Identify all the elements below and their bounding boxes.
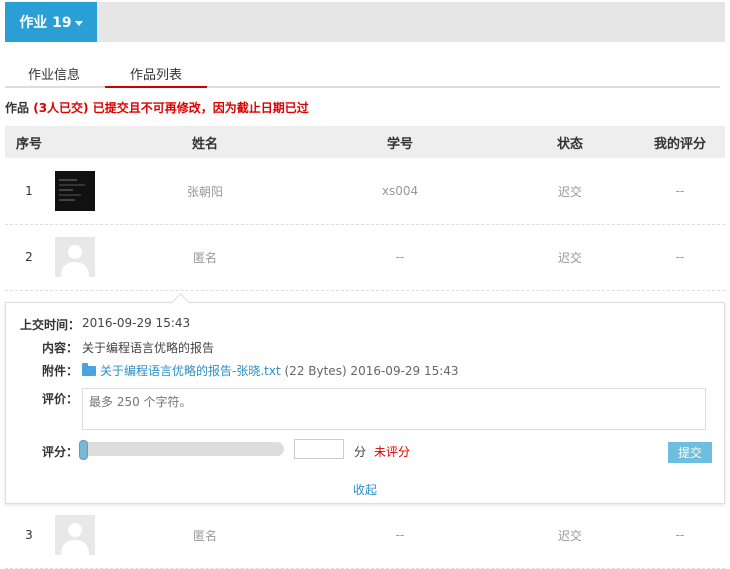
row-name: 张朝阳 [186,184,223,199]
attachment-link[interactable]: 关于编程语言优略的报告-张晓.txt [100,364,281,378]
row-student-id: -- [395,250,405,264]
row-score: -- [675,250,685,264]
header-my-score: 我的评分 [653,136,706,152]
homework-dropdown-button[interactable]: 作业 19 [5,2,97,42]
score-label: 评分： [42,445,79,459]
tab-bar: 作业信息 作品列表 [5,60,720,88]
default-user-icon [61,245,89,277]
panel-pointer [171,293,190,312]
attachment-meta: (22 Bytes) 2016-09-29 15:43 [284,364,459,378]
table-row[interactable]: 3 匿名 -- 迟交 -- [5,502,725,569]
row-name: 匿名 [192,250,217,265]
comment-label: 评价： [42,392,79,406]
row-score: -- [675,184,685,198]
table-header: 序号 姓名 学号 状态 我的评分 [5,126,725,158]
avatar [55,237,95,277]
row-index: 2 [25,250,33,264]
tab-homework-info[interactable]: 作业信息 [5,60,103,86]
score-unit: 分 [354,445,367,459]
homework-dropdown-label: 作业 19 [19,15,72,31]
table-row[interactable]: 1 张朝阳 xs004 迟交 -- [5,158,725,225]
content-label: 内容： [42,341,79,355]
avatar [55,171,95,211]
top-bar: 作业 19 [5,2,725,42]
tab-works-list[interactable]: 作品列表 [105,60,207,88]
attachment-entry: 关于编程语言优略的报告-张晓.txt (22 Bytes) 2016-09-29… [82,362,459,379]
content-value: 关于编程语言优略的报告 [82,341,215,355]
comment-input[interactable] [82,388,706,430]
submitted-count: (3人已交) [33,101,89,115]
row-student-id: xs004 [381,184,419,198]
row-score: -- [675,528,685,542]
score-slider-handle[interactable] [79,440,88,460]
table-row[interactable]: 2 匿名 -- 迟交 -- [5,224,725,291]
header-name: 姓名 [191,136,218,152]
works-summary: 作品 (3人已交) 已提交且不可再修改，因为截止日期已过 [5,99,309,116]
deadline-notice: 已提交且不可再修改，因为截止日期已过 [92,101,309,115]
submission-detail-panel: 上交时间： 2016-09-29 15:43 内容： 关于编程语言优略的报告 附… [5,293,725,504]
submit-time-label: 上交时间： [20,318,81,332]
score-status: 未评分 [374,445,411,459]
row-index: 1 [25,184,33,198]
summary-prefix: 作品 [5,101,30,115]
caret-down-icon [74,20,83,26]
avatar [55,515,95,555]
row-index: 3 [25,528,33,542]
score-input[interactable] [294,439,344,459]
row-student-id: -- [395,528,405,542]
avatar-image-icon [59,179,85,201]
default-user-icon [61,523,89,555]
header-index: 序号 [15,136,42,152]
submit-button[interactable]: 提交 [668,442,712,463]
score-slider[interactable] [79,440,284,460]
submit-time-value: 2016-09-29 15:43 [82,316,191,330]
folder-icon [82,363,96,376]
attachment-label: 附件： [42,364,79,378]
collapse-link[interactable]: 收起 [6,481,724,498]
header-student-id: 学号 [386,136,413,152]
row-name: 匿名 [192,528,217,543]
